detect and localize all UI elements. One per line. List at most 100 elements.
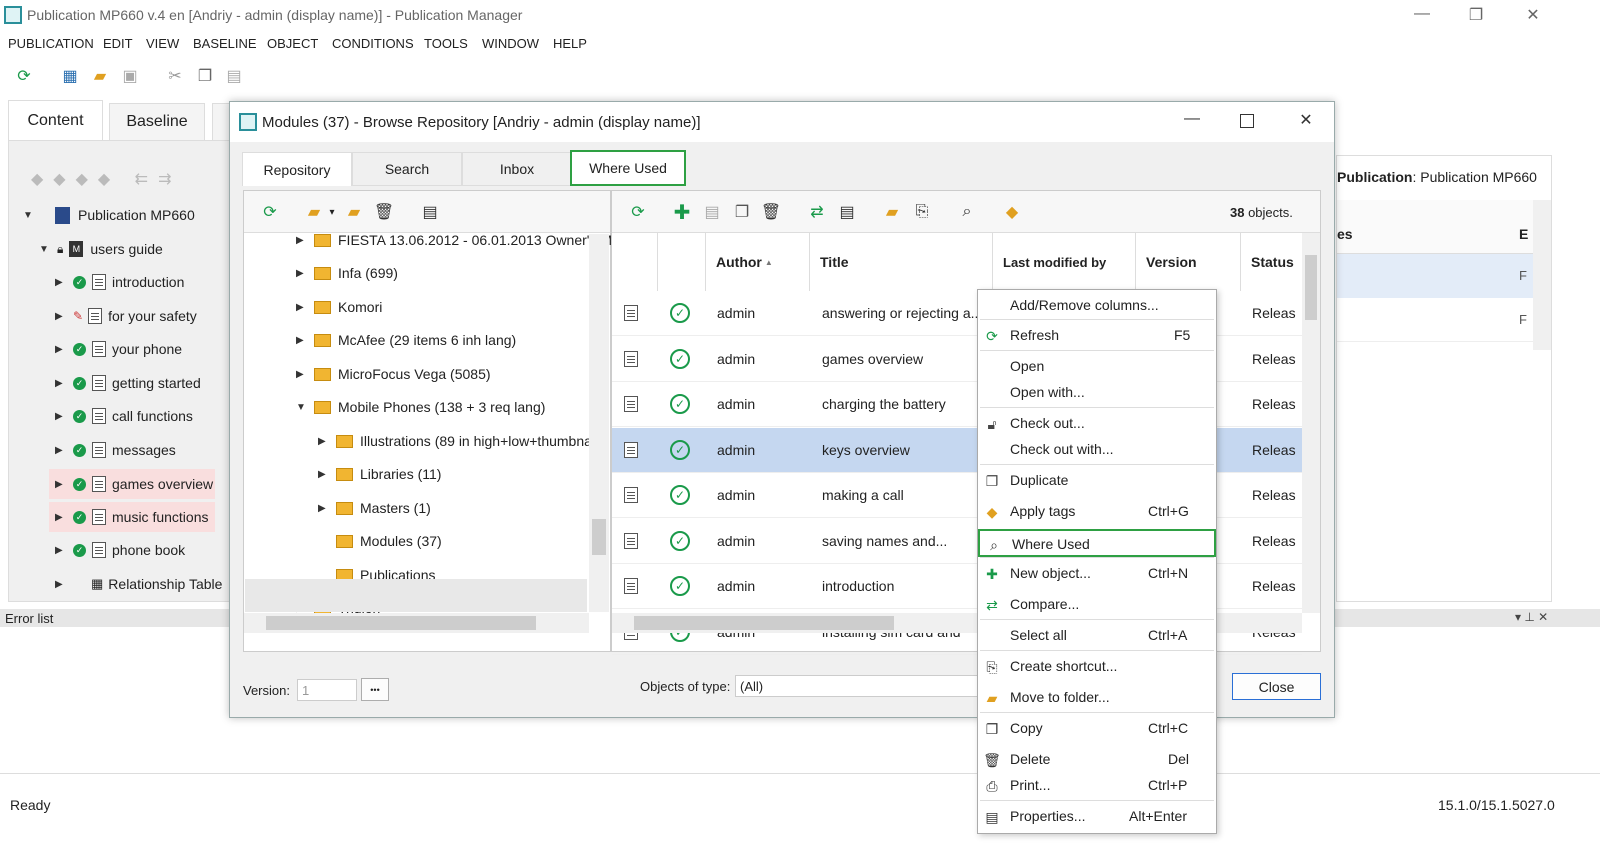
expand-icon[interactable]: ▶ [296, 235, 306, 246]
open-folder-icon[interactable]: ▰ [90, 66, 110, 86]
trash-icon[interactable]: 🗑︎ [374, 202, 394, 222]
refresh-icon[interactable]: ⟳ [628, 202, 648, 222]
expand-icon[interactable]: ▶ [318, 503, 328, 514]
scroll-thumb[interactable] [634, 616, 894, 630]
maximize-icon[interactable] [1240, 114, 1254, 128]
menu-item-print[interactable]: ⎙ Print... Ctrl+P [978, 772, 1216, 800]
expand-icon[interactable]: ▶ [318, 436, 328, 447]
properties-icon[interactable]: ▤ [420, 202, 440, 222]
expand-icon[interactable]: ▶ [296, 302, 306, 313]
expand-icon[interactable]: ▶ [55, 545, 65, 556]
tag-icon[interactable]: ◆ [1002, 202, 1022, 222]
more-button[interactable]: ••• [361, 678, 389, 701]
check-in-icon[interactable]: ▤ [702, 202, 722, 222]
collapse-icon[interactable]: ▼ [296, 402, 306, 413]
menu-item-apply-tags[interactable]: ◆ Apply tags Ctrl+G [978, 498, 1216, 526]
scroll-thumb[interactable] [1305, 255, 1317, 320]
menu-item-new-object[interactable]: ✚ New object... Ctrl+N [978, 560, 1216, 588]
new-folder-icon[interactable]: ▰ [304, 202, 324, 222]
close-icon[interactable]: ✕ [1521, 5, 1545, 25]
tab-inbox[interactable]: Inbox [462, 152, 572, 186]
folder-item[interactable]: ▶ MicroFocus Vega (5085) [296, 363, 491, 385]
menu-tools[interactable]: TOOLS [424, 36, 468, 51]
column-header-author[interactable]: Author ▲ [706, 233, 810, 291]
menu-conditions[interactable]: CONDITIONS [332, 36, 414, 51]
tree-item-introduction[interactable]: ▶ ✓ introduction [55, 271, 184, 293]
objects-of-type-select[interactable]: (All) [735, 675, 980, 697]
column-header-status-icon[interactable] [658, 233, 706, 291]
menu-help[interactable]: HELP [553, 36, 587, 51]
menu-window[interactable]: WINDOW [482, 36, 539, 51]
shortcut-icon[interactable]: ⎘ [912, 202, 932, 222]
folder-item[interactable]: ▶ Masters (1) [318, 497, 431, 519]
folder-item[interactable]: ▶ FIESTA 13.06.2012 - 06.01.2013 Owner's … [296, 229, 612, 251]
refresh-icon[interactable]: ⟳ [260, 202, 280, 222]
menu-item-move-to-folder[interactable]: ▰ Move to folder... [978, 684, 1216, 712]
duplicate-icon[interactable]: ❐ [732, 202, 752, 222]
expand-icon[interactable]: ▶ [55, 311, 65, 322]
list-vscrollbar[interactable] [1302, 233, 1320, 613]
tree-item-for-your-safety[interactable]: ▶ ✎ for your safety [55, 305, 197, 327]
menu-item-refresh[interactable]: ⟳ Refresh F5 [978, 322, 1216, 350]
menu-baseline[interactable]: BASELINE [193, 36, 257, 51]
pane-options-icon[interactable]: ▾ ⊥ ✕ [1515, 610, 1548, 624]
menu-item-open-with[interactable]: Open with... [978, 379, 1216, 407]
menu-edit[interactable]: EDIT [103, 36, 133, 51]
menu-item-copy[interactable]: ❐ Copy Ctrl+C [978, 715, 1216, 743]
scroll-thumb[interactable] [266, 616, 536, 630]
menu-item-add-remove-columns[interactable]: Add/Remove columns... [978, 292, 1216, 320]
cut-icon[interactable]: ✂ [165, 66, 185, 86]
maximize-icon[interactable]: ❐ [1464, 5, 1488, 25]
column-header-title[interactable]: Title [810, 233, 993, 291]
close-button[interactable]: Close [1232, 673, 1321, 700]
compare-icon[interactable]: ⇄ [807, 202, 827, 222]
expand-icon[interactable]: ▶ [55, 277, 65, 288]
tree-item-call-functions[interactable]: ▶ ✓ call functions [55, 405, 193, 427]
tree-item-users-guide[interactable]: ▼ 🔒︎ M users guide [39, 238, 163, 260]
minimize-icon[interactable]: — [1410, 5, 1434, 23]
right-table-row[interactable]: F [1337, 298, 1533, 342]
expand-icon[interactable]: ▶ [55, 378, 65, 389]
menu-item-create-shortcut[interactable]: ⎘ Create shortcut... [978, 653, 1216, 681]
expand-icon[interactable]: ▶ [55, 479, 65, 490]
right-scrollbar[interactable] [1533, 200, 1551, 350]
paste-icon[interactable]: ▤ [224, 66, 244, 86]
menu-item-compare[interactable]: ⇄ Compare... [978, 591, 1216, 619]
menu-view[interactable]: VIEW [146, 36, 179, 51]
tree-item-music-functions[interactable]: ▶ ✓ music functions [49, 502, 215, 532]
menu-item-check-out[interactable]: 🔓︎ Check out... [978, 410, 1216, 438]
column-header-last-modified-by[interactable]: Last modified by [993, 233, 1136, 291]
menu-object[interactable]: OBJECT [267, 36, 318, 51]
right-table-row[interactable]: F [1337, 254, 1533, 298]
column-header-status[interactable]: Status [1241, 233, 1302, 291]
add-folder-icon[interactable]: ▰ [344, 202, 364, 222]
close-icon[interactable]: ✕ [1294, 110, 1318, 130]
scroll-thumb[interactable] [592, 519, 606, 555]
plus-icon[interactable]: ✚ [672, 202, 692, 224]
chevron-down-icon[interactable]: ▾ [322, 202, 342, 222]
nav-arrows-icon[interactable]: ◆◆◆◆ ⇇⇉ [31, 169, 181, 189]
column-header-version[interactable]: Version [1136, 233, 1241, 291]
expand-icon[interactable]: ▶ [296, 369, 306, 380]
tab-baseline[interactable]: Baseline [109, 103, 205, 140]
collapse-icon[interactable]: ▼ [23, 210, 33, 221]
folder-item[interactable]: ▶ Illustrations (89 in high+low+thumbnail… [318, 430, 603, 452]
menu-item-where-used[interactable]: ⌕ Where Used [978, 529, 1216, 557]
tree-item-messages[interactable]: ▶ ✓ messages [55, 439, 176, 461]
error-list-label[interactable]: Error list [5, 611, 53, 626]
menu-item-duplicate[interactable]: ❐ Duplicate [978, 467, 1216, 495]
move-folder-icon[interactable]: ▰ [882, 202, 902, 222]
new-publication-icon[interactable]: ▦ [60, 66, 80, 86]
expand-icon[interactable]: ▶ [296, 335, 306, 346]
menu-item-delete[interactable]: 🗑︎ Delete Del [978, 746, 1216, 774]
menu-item-properties[interactable]: ▤ Properties... Alt+Enter [978, 803, 1216, 831]
folder-item[interactable]: ▼ Mobile Phones (138 + 3 req lang) [296, 396, 545, 418]
tab-search[interactable]: Search [352, 152, 462, 186]
menu-item-open[interactable]: Open [978, 353, 1216, 381]
expand-icon[interactable]: ▶ [318, 469, 328, 480]
minimize-icon[interactable]: — [1180, 110, 1204, 128]
menu-item-select-all[interactable]: Select all Ctrl+A [978, 622, 1216, 650]
expand-icon[interactable]: ▶ [55, 344, 65, 355]
expand-icon[interactable]: ▶ [55, 445, 65, 456]
expand-icon[interactable]: ▶ [55, 512, 65, 523]
